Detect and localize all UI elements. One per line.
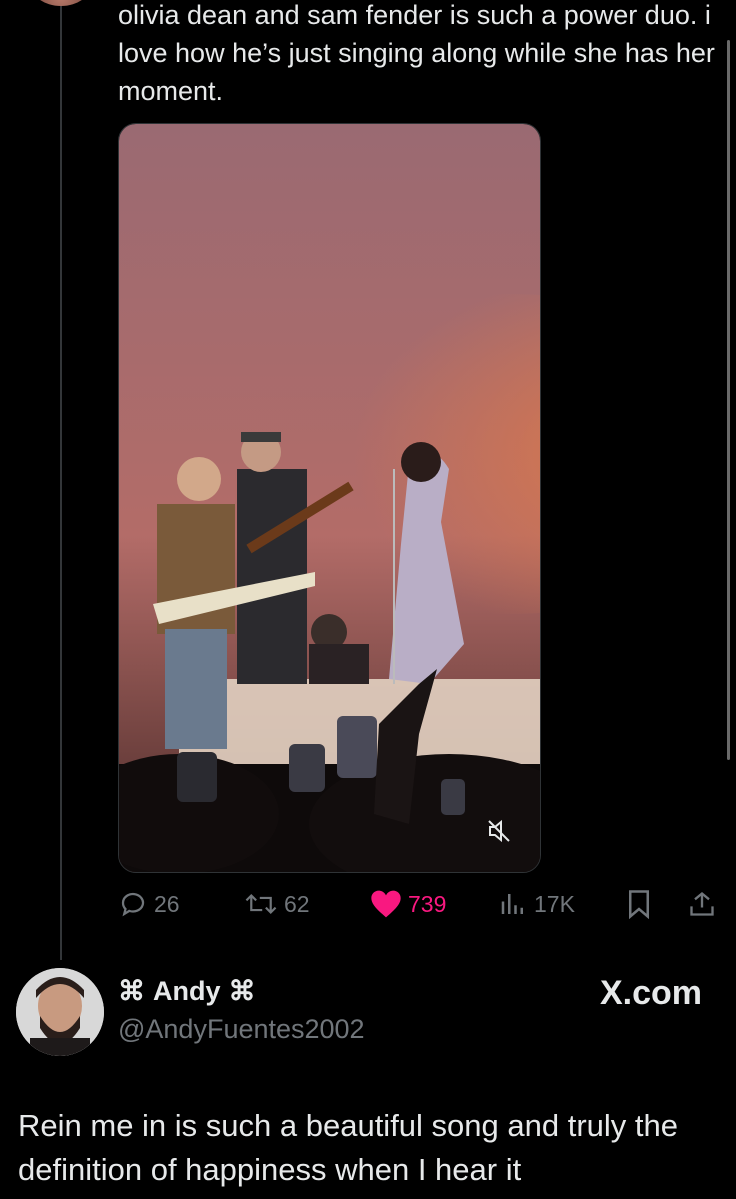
brand-label: X.com [599, 974, 702, 1012]
like-count: 739 [408, 890, 447, 917]
thread-connector-line [60, 0, 62, 960]
bookmark-icon [629, 890, 649, 919]
video-frame [119, 124, 540, 872]
reply-count: 26 [154, 890, 180, 917]
tweet-text: olivia dean and sam fender is such a pow… [118, 0, 715, 106]
tweet-action-bar: 26 62 739 17K [0, 886, 736, 922]
repost-icon [245, 893, 277, 915]
views-chart-icon [501, 894, 523, 914]
command-symbol-icon: ⌘ [228, 976, 256, 1006]
reply-icon [121, 892, 145, 917]
author-handle[interactable]: @AndyFuentes2002 [118, 1014, 365, 1045]
share-icon [690, 891, 714, 916]
author-avatar[interactable] [16, 968, 104, 1056]
views-button[interactable]: 17K [498, 886, 575, 922]
reply-button[interactable]: 26 [118, 886, 180, 922]
x-com-watermark: X.com [600, 974, 702, 1013]
heart-icon [371, 890, 401, 918]
author-name-text: Andy [153, 976, 221, 1006]
like-button[interactable]: 739 [370, 886, 446, 922]
scrollbar[interactable] [727, 40, 730, 760]
post-caption: Rein me in is such a beautiful song and … [18, 1108, 678, 1187]
command-symbol-icon: ⌘ [118, 976, 145, 1006]
author-display-name[interactable]: ⌘ Andy ⌘ [118, 976, 256, 1007]
view-count: 17K [534, 890, 575, 917]
muted-speaker-icon[interactable] [486, 818, 512, 844]
repost-count: 62 [284, 890, 310, 917]
bookmark-button[interactable] [626, 886, 652, 922]
repost-button[interactable]: 62 [244, 886, 310, 922]
avatar-photo [16, 968, 104, 1056]
share-button[interactable] [688, 886, 716, 922]
tweet-video[interactable] [118, 123, 541, 873]
previous-avatar[interactable] [30, 0, 92, 6]
